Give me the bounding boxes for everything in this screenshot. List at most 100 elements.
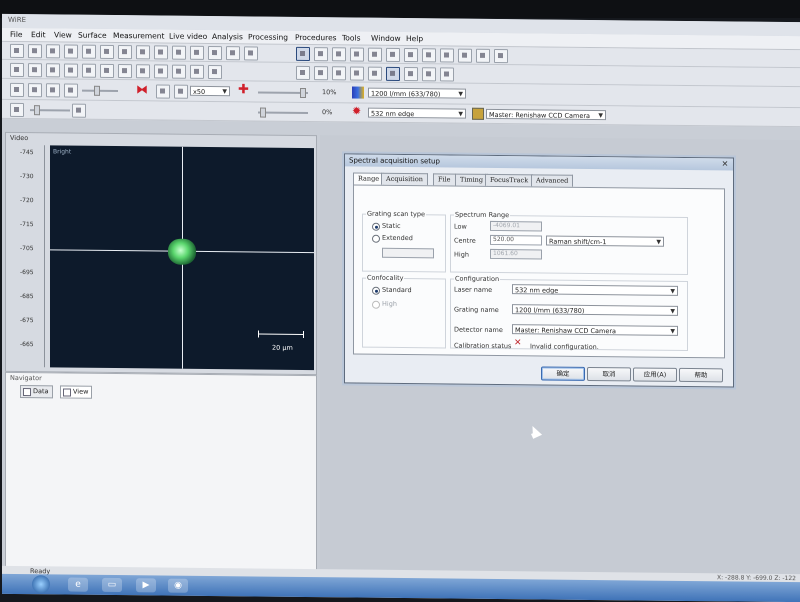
run-icon[interactable] [172, 45, 186, 60]
cancel-button[interactable]: 取消 [587, 366, 631, 382]
map-icon[interactable] [314, 47, 328, 62]
laser-name-combo[interactable]: 532 nm edge ▼ [512, 284, 678, 296]
tab-file[interactable]: File [433, 173, 456, 186]
shutter-icon[interactable] [10, 82, 24, 98]
beam-block-icon[interactable]: ⧓ [136, 82, 150, 96]
undo-icon[interactable] [118, 45, 132, 60]
peak-icon[interactable] [136, 64, 150, 79]
live-video-icon[interactable] [386, 66, 400, 81]
centre-field[interactable]: 520.00 [490, 234, 542, 246]
move-z-icon[interactable] [368, 47, 382, 62]
grating-combo[interactable]: 1200 l/mm (633/780) ▼ [368, 87, 466, 99]
menu-window[interactable]: Window [371, 34, 401, 43]
paste-icon[interactable] [100, 44, 114, 59]
slit-icon[interactable] [28, 83, 42, 98]
start-button[interactable] [32, 575, 50, 594]
print-icon[interactable] [46, 44, 60, 59]
cosmic-ray-icon[interactable] [190, 64, 204, 79]
static-radio[interactable] [372, 222, 380, 231]
cursor-icon[interactable] [82, 63, 96, 78]
wire-app-icon[interactable]: ◉ [168, 578, 188, 593]
extended-radio[interactable] [372, 234, 380, 243]
pinhole-icon[interactable] [156, 84, 170, 99]
save-icon[interactable] [28, 44, 42, 59]
tab-timing[interactable]: Timing [455, 173, 489, 186]
video-settings-icon[interactable] [440, 67, 454, 82]
lamp-icon[interactable] [174, 84, 188, 99]
joystick-icon[interactable] [458, 48, 472, 63]
focus-icon[interactable] [350, 47, 364, 62]
high-radio[interactable] [372, 300, 380, 309]
arrow-up-icon[interactable] [386, 47, 400, 62]
redo-icon[interactable] [136, 45, 150, 60]
brightfield-icon[interactable] [350, 66, 364, 81]
apply-button[interactable]: 应用(A) [633, 367, 677, 382]
illumination-thumb[interactable] [34, 105, 40, 116]
explorer-icon[interactable]: ▭ [102, 577, 122, 593]
menu-help[interactable]: Help [406, 34, 423, 43]
zoom-in-icon[interactable] [46, 63, 60, 78]
open-icon[interactable] [10, 43, 24, 59]
menu-measurement[interactable]: Measurement [113, 31, 165, 41]
stage-icon[interactable] [296, 46, 310, 62]
objective-icon[interactable] [368, 66, 382, 81]
detector-name-combo[interactable]: Master: Renishaw CCD Camera ▼ [512, 324, 678, 336]
close-icon[interactable]: ✕ [720, 159, 730, 168]
image-icon[interactable] [28, 63, 42, 78]
grid-icon[interactable] [332, 47, 346, 62]
tab-focustrack[interactable]: FocusTrack [485, 173, 534, 187]
menu-view[interactable]: View [54, 30, 72, 39]
normalize-icon[interactable] [208, 64, 222, 80]
laser-icon[interactable] [296, 65, 310, 81]
power-thumb[interactable] [260, 107, 266, 118]
fit-icon[interactable] [154, 64, 168, 79]
save-image-icon[interactable] [404, 67, 418, 82]
units-combo[interactable]: Raman shift/cm-1 ▼ [546, 235, 664, 247]
camera-icon[interactable] [314, 66, 328, 81]
copy-icon[interactable] [82, 44, 96, 59]
spectrum-icon[interactable] [10, 62, 24, 78]
grating-name-combo[interactable]: 1200 l/mm (633/780) ▼ [512, 304, 678, 316]
beam-icon[interactable] [64, 83, 78, 98]
menu-file[interactable]: File [10, 30, 23, 39]
snapshot-icon[interactable] [208, 45, 222, 61]
live-video-view[interactable]: Bright 20 µm [50, 145, 314, 371]
menu-surface[interactable]: Surface [78, 31, 107, 40]
light-bulb-icon[interactable] [10, 102, 24, 118]
snap-icon[interactable] [422, 67, 436, 82]
slit-slider[interactable] [82, 89, 118, 93]
detector-combo[interactable]: Master: Renishaw CCD Camera ▼ [486, 108, 606, 121]
tab-view[interactable]: View [60, 385, 93, 399]
slit-slider-thumb[interactable] [94, 85, 100, 96]
menu-tools[interactable]: Tools [342, 33, 360, 42]
laser-power-thumb[interactable] [300, 87, 306, 99]
ie-icon[interactable]: e [68, 577, 88, 592]
menu-analysis[interactable]: Analysis [212, 32, 243, 41]
stop-icon[interactable] [190, 45, 204, 60]
zoom-out-icon[interactable] [64, 63, 78, 78]
laser-combo[interactable]: 532 nm edge ▼ [368, 107, 466, 119]
crosshair-icon[interactable] [100, 63, 114, 78]
more-icon[interactable] [494, 48, 508, 64]
smooth-icon[interactable] [172, 64, 186, 79]
tab-advanced[interactable]: Advanced [531, 174, 574, 187]
ok-button[interactable]: 确定 [541, 366, 585, 381]
menu-procedures[interactable]: Procedures [295, 33, 337, 42]
help-button[interactable]: 帮助 [679, 367, 723, 383]
filter-icon[interactable] [46, 83, 60, 98]
measure-icon[interactable] [154, 45, 168, 60]
media-icon[interactable]: ▶ [136, 578, 156, 593]
white-light-icon[interactable] [332, 66, 346, 81]
tile-icon[interactable] [476, 48, 490, 63]
tab-acquisition[interactable]: Acquisition [381, 172, 428, 186]
home-icon[interactable] [226, 46, 240, 61]
arrow-right-icon[interactable] [422, 48, 436, 63]
standard-radio[interactable] [372, 286, 380, 295]
target-icon[interactable] [244, 46, 258, 61]
menu-live-video[interactable]: Live video [169, 32, 207, 41]
sparkle-icon[interactable] [72, 103, 86, 118]
menu-processing[interactable]: Processing [248, 32, 288, 41]
objective-combo[interactable]: x50 ▼ [190, 85, 230, 97]
arrow-left-icon[interactable] [404, 48, 418, 63]
tab-data[interactable]: Data [20, 385, 53, 399]
